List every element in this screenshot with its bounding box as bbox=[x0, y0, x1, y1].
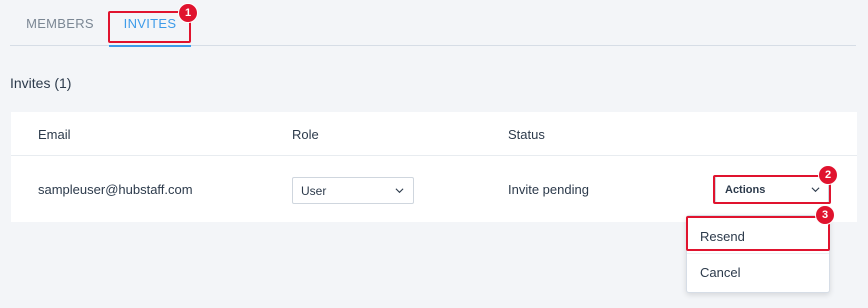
actions-dropdown-button[interactable]: Actions bbox=[715, 176, 829, 203]
section-title: Invites (1) bbox=[10, 75, 72, 91]
step-badge-3: 3 bbox=[815, 205, 835, 225]
invite-email: sampleuser@hubstaff.com bbox=[38, 182, 193, 197]
column-header-role: Role bbox=[292, 126, 319, 142]
table-row: sampleuser@hubstaff.com User Invite pend… bbox=[11, 157, 857, 222]
invites-page: MEMBERS INVITES Invites (1) Email Role S… bbox=[0, 0, 868, 308]
table-header: Email Role Status bbox=[11, 112, 857, 156]
tab-members[interactable]: MEMBERS bbox=[24, 0, 96, 46]
column-header-email: Email bbox=[38, 126, 71, 142]
menu-item-cancel[interactable]: Cancel bbox=[687, 253, 829, 290]
step-badge-1: 1 bbox=[178, 3, 198, 23]
chevron-down-icon bbox=[395, 188, 404, 194]
tab-bar: MEMBERS INVITES bbox=[10, 0, 856, 47]
actions-menu: Resend Cancel bbox=[686, 215, 830, 293]
invite-status: Invite pending bbox=[508, 182, 589, 197]
role-select[interactable]: User bbox=[292, 177, 414, 204]
chevron-down-icon bbox=[811, 187, 820, 193]
actions-label: Actions bbox=[725, 183, 766, 196]
step-badge-2: 2 bbox=[818, 165, 838, 185]
role-select-value: User bbox=[301, 183, 327, 198]
menu-item-resend[interactable]: Resend bbox=[687, 218, 829, 255]
invites-table: Email Role Status sampleuser@hubstaff.co… bbox=[11, 112, 857, 222]
column-header-status: Status bbox=[508, 126, 545, 142]
